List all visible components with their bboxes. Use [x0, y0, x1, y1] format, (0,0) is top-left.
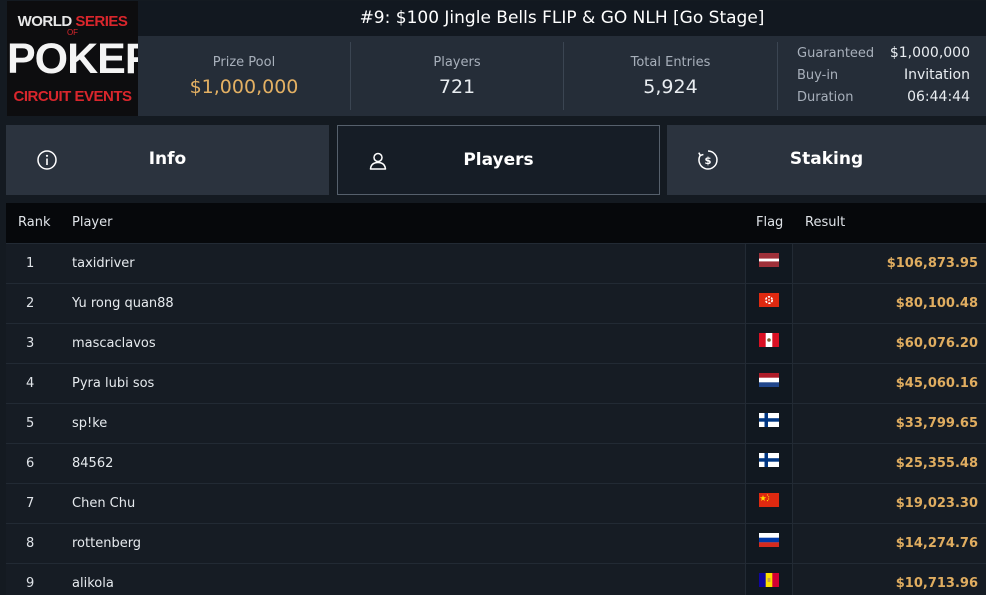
rank-cell: 7: [26, 496, 35, 511]
guaranteed-value: $1,000,000: [889, 45, 970, 61]
finland-flag: [759, 453, 779, 467]
china-flag: [759, 493, 779, 507]
rank-cell: 3: [26, 336, 35, 351]
players-label: Players: [433, 55, 481, 70]
players-table: Rank Player Flag Result 1 taxidriver $106,…: [6, 203, 986, 595]
result-cell: $106,873.95: [886, 256, 978, 271]
rank-cell: 6: [26, 456, 35, 471]
player-name[interactable]: taxidriver: [72, 256, 135, 271]
tab-info[interactable]: Info: [6, 125, 329, 195]
netherlands-flag: [759, 373, 779, 387]
player-name[interactable]: rottenberg: [72, 536, 141, 551]
table-row[interactable]: 2 Yu rong quan88 $80,100.48: [6, 283, 986, 323]
tab-players-label: Players: [463, 150, 534, 170]
latvia-flag: [759, 253, 779, 267]
table-row[interactable]: 5 sp!ke $33,799.65: [6, 403, 986, 443]
total-entries-label: Total Entries: [630, 55, 711, 70]
flag-cell: [745, 324, 793, 363]
player-name[interactable]: Chen Chu: [72, 496, 135, 511]
table-row[interactable]: 7 Chen Chu $19,023.30: [6, 483, 986, 523]
flag-cell: [745, 364, 793, 403]
flag-cell: [745, 444, 793, 483]
prize-pool-stat: Prize Pool $1,000,000: [138, 36, 350, 116]
tab-info-label: Info: [148, 149, 187, 169]
result-cell: $25,355.48: [895, 456, 978, 471]
player-column-header[interactable]: Player: [72, 215, 112, 230]
tournament-title: #9: $100 Jingle Bells FLIP & GO NLH [Go …: [138, 1, 986, 36]
player-name[interactable]: mascaclavos: [72, 336, 156, 351]
rank-cell: 2: [26, 296, 35, 311]
result-cell: $19,023.30: [895, 496, 978, 511]
flag-column-header[interactable]: Flag: [756, 215, 783, 230]
table-row[interactable]: 1 taxidriver $106,873.95: [6, 243, 986, 283]
logo-line-3: POKER: [7, 35, 156, 83]
prize-pool-value: $1,000,000: [189, 76, 299, 98]
duration-value: 06:44:44: [907, 89, 970, 105]
players-value: 721: [438, 76, 476, 98]
flag-cell: [745, 404, 793, 443]
prize-pool-label: Prize Pool: [212, 55, 276, 70]
wsop-circuit-logo[interactable]: WORLD SERIES OF POKER CIRCUIT EVENTS: [7, 1, 156, 116]
table-header: Rank Player Flag Result: [6, 203, 986, 243]
rank-cell: 1: [26, 256, 35, 271]
result-cell: $80,100.48: [895, 296, 978, 311]
player-name[interactable]: Pyra lubi sos: [72, 376, 154, 391]
table-row[interactable]: 4 Pyra lubi sos $45,060.16: [6, 363, 986, 403]
logo-line-4: CIRCUIT EVENTS: [13, 88, 132, 105]
result-cell: $33,799.65: [895, 416, 978, 431]
peru-flag: [759, 333, 779, 347]
result-cell: $45,060.16: [895, 376, 978, 391]
total-entries-value: 5,924: [643, 76, 698, 98]
result-cell: $10,713.96: [895, 576, 978, 591]
duration-label: Duration: [797, 90, 854, 105]
player-name[interactable]: sp!ke: [72, 416, 107, 431]
table-row[interactable]: 6 84562 $25,355.48: [6, 443, 986, 483]
rank-column-header[interactable]: Rank: [18, 215, 50, 230]
result-cell: $60,076.20: [895, 336, 978, 351]
tab-staking[interactable]: $ Staking: [667, 125, 986, 195]
player-name[interactable]: 84562: [72, 456, 113, 471]
finland-flag: [759, 413, 779, 427]
flag-cell: [745, 484, 793, 523]
table-row[interactable]: 3 mascaclavos $60,076.20: [6, 323, 986, 363]
flag-cell: [745, 284, 793, 323]
result-cell: $14,274.76: [895, 536, 978, 551]
hong-kong-flag: [759, 293, 779, 307]
players-stat: Players 721: [351, 36, 563, 116]
tab-players[interactable]: Players: [337, 125, 660, 195]
tab-staking-label: Staking: [789, 149, 864, 169]
russia-flag: [759, 533, 779, 547]
tournament-stats-panel: Prize Pool $1,000,000 Players 721 Total …: [138, 36, 986, 116]
rank-cell: 8: [26, 536, 35, 551]
rank-cell: 4: [26, 376, 35, 391]
buyin-value: Invitation: [903, 67, 970, 83]
flag-cell: [745, 244, 793, 283]
flag-cell: [745, 564, 793, 595]
player-name[interactable]: alikola: [72, 576, 114, 591]
flag-cell: [745, 524, 793, 563]
andorra-flag: [759, 573, 779, 587]
total-entries-stat: Total Entries 5,924: [564, 36, 777, 116]
table-row[interactable]: 8 rottenberg $14,274.76: [6, 523, 986, 563]
table-row[interactable]: 9 alikola $10,713.96: [6, 563, 986, 595]
player-name[interactable]: Yu rong quan88: [72, 296, 174, 311]
guaranteed-label: Guaranteed: [797, 46, 875, 61]
rank-cell: 9: [26, 576, 35, 591]
rank-cell: 5: [26, 416, 35, 431]
divider: [777, 42, 778, 110]
result-column-header[interactable]: Result: [805, 215, 845, 230]
buyin-label: Buy-in: [797, 68, 839, 83]
